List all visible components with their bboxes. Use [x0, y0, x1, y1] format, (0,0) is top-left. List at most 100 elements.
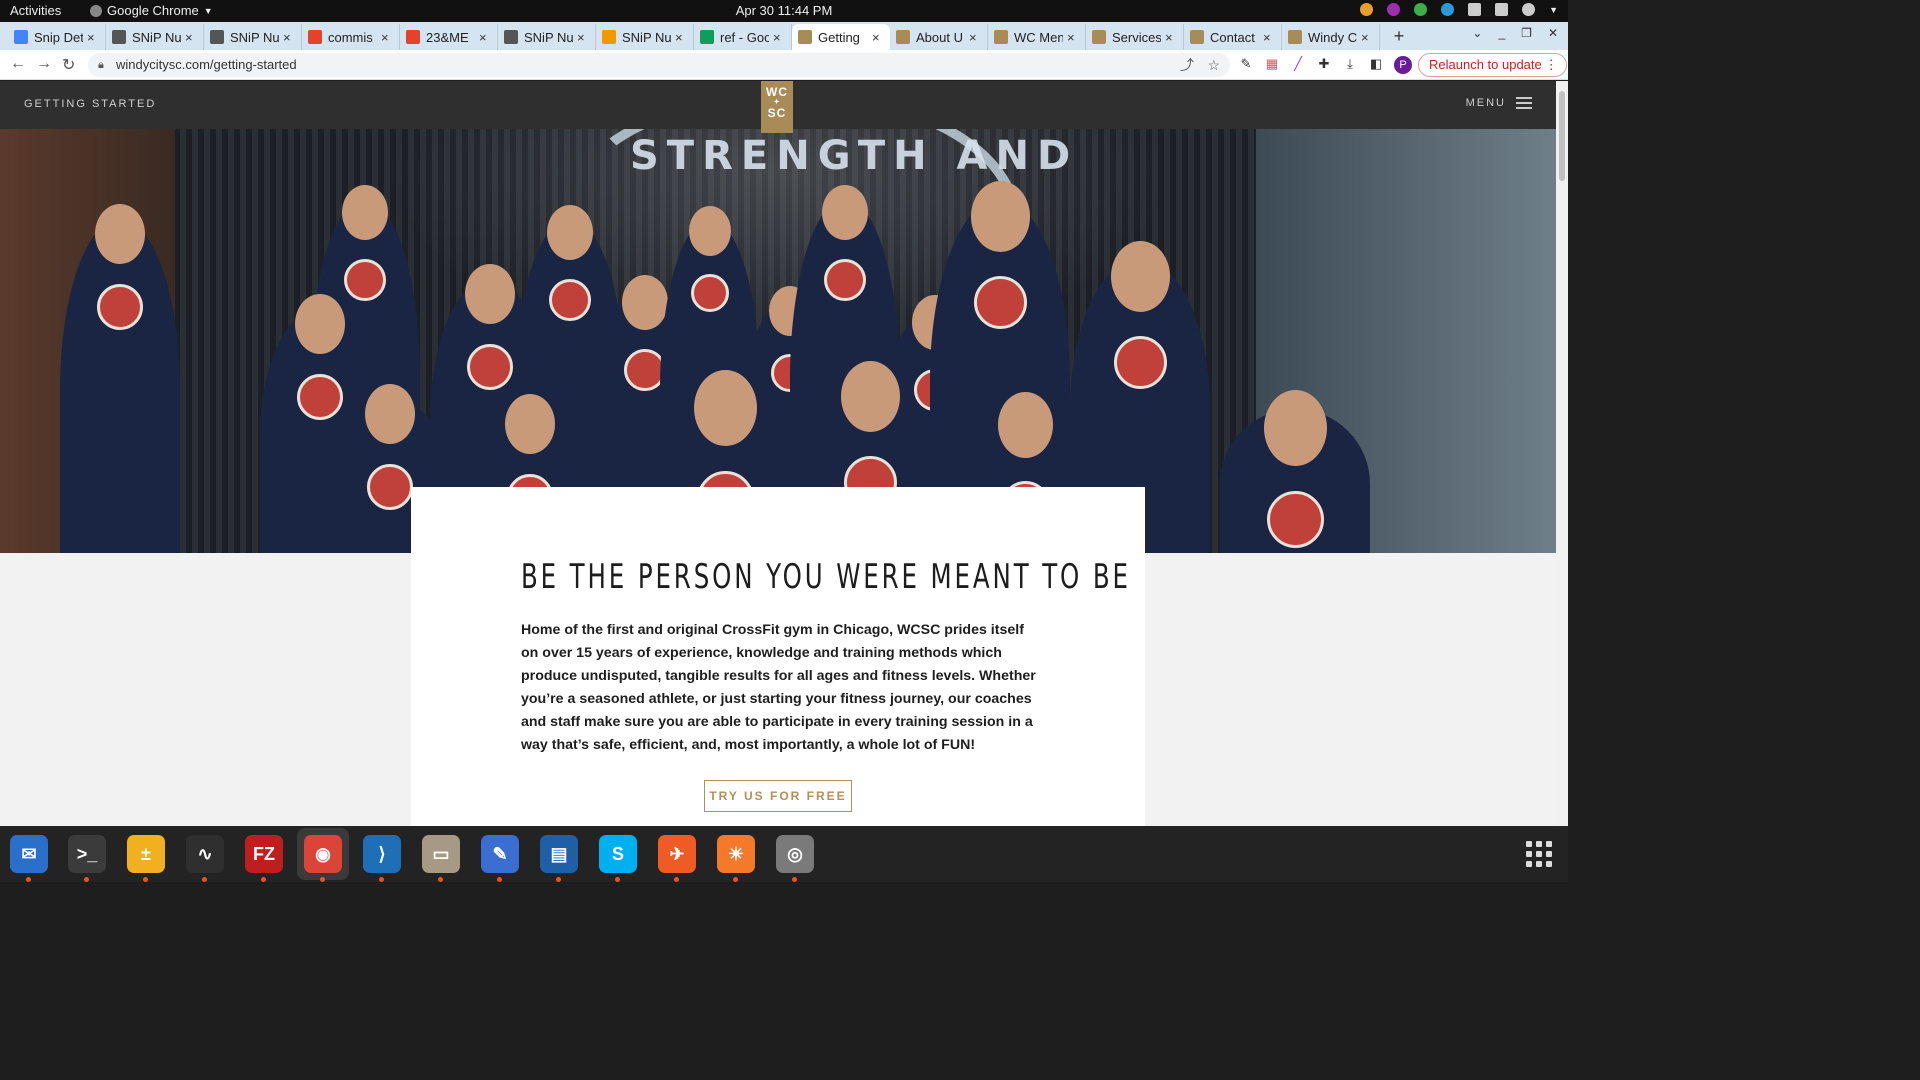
- more-menu-icon[interactable]: ⋮: [1545, 54, 1558, 76]
- toolbar: ← → ↻ 🔒︎ windycitysc.com/getting-started…: [0, 50, 1568, 80]
- app-menu[interactable]: Google Chrome ▼: [90, 3, 213, 18]
- power-icon[interactable]: [1522, 3, 1536, 16]
- menu-button[interactable]: MENU: [1466, 97, 1532, 109]
- extension-calendar-icon[interactable]: ▦: [1264, 56, 1280, 72]
- close-tab-icon[interactable]: ×: [872, 30, 884, 45]
- face: [95, 204, 145, 264]
- thunderbird-icon[interactable]: ✉: [10, 835, 48, 882]
- close-tab-icon[interactable]: ×: [87, 30, 99, 45]
- blender-icon[interactable]: ☀: [717, 835, 755, 882]
- bookmark-star-icon[interactable]: ☆: [1207, 53, 1220, 77]
- face: [342, 185, 388, 240]
- web-page: STRENGTH AND GETTING STARTED MENU WC ✦ S…: [0, 81, 1556, 826]
- filezilla-icon[interactable]: FZ: [245, 835, 283, 882]
- volume-icon[interactable]: [1495, 3, 1509, 16]
- browser-tab[interactable]: Getting ×: [792, 24, 890, 50]
- face: [622, 275, 668, 330]
- eyedropper-icon[interactable]: ✎: [1238, 56, 1254, 72]
- page-headline: BE THE PERSON YOU WERE MEANT TO BE: [521, 557, 1131, 597]
- activities-button[interactable]: Activities: [10, 3, 61, 18]
- browser-tab[interactable]: About U ×: [890, 24, 988, 50]
- chrome-icon[interactable]: ◉: [304, 835, 342, 882]
- close-tab-icon[interactable]: ×: [1067, 30, 1079, 45]
- share-icon[interactable]: ⤴: [1180, 53, 1194, 77]
- skype-icon[interactable]: S: [599, 835, 637, 882]
- browser-tab[interactable]: Snip Det ×: [8, 24, 106, 50]
- system-monitor-icon[interactable]: ∿: [186, 835, 224, 882]
- close-tab-icon[interactable]: ×: [381, 30, 393, 45]
- dock: ✉ >_ ± ∿ FZ ◉ ⟩ ▭ ✎ ▤ S ✈ ☀ ◎: [0, 826, 1568, 882]
- browser-tab[interactable]: ref - Goo ×: [694, 24, 792, 50]
- postman-icon[interactable]: ✈: [658, 835, 696, 882]
- close-tab-icon[interactable]: ×: [283, 30, 295, 45]
- gitlab-icon: [406, 30, 420, 44]
- browser-tab[interactable]: SNiP Nu ×: [106, 24, 204, 50]
- calculator-icon[interactable]: ±: [127, 835, 165, 882]
- browser-tab[interactable]: SNiP Nu ×: [596, 24, 694, 50]
- new-tab-button[interactable]: +: [1386, 26, 1412, 47]
- wcsc-icon: [1190, 30, 1204, 44]
- close-tab-icon[interactable]: ×: [1361, 30, 1373, 45]
- network-icon[interactable]: [1468, 3, 1482, 16]
- browser-tab[interactable]: commis ×: [302, 24, 400, 50]
- close-tab-icon[interactable]: ×: [1263, 30, 1275, 45]
- restore-icon[interactable]: ❐: [1521, 26, 1532, 40]
- murph-shirt-logo: [297, 374, 343, 420]
- tab-search-icon[interactable]: ⌄: [1472, 26, 1482, 40]
- back-icon[interactable]: ←: [10, 55, 26, 73]
- profile-avatar[interactable]: P: [1394, 56, 1412, 74]
- browser-tab[interactable]: 23&ME ×: [400, 24, 498, 50]
- files-icon[interactable]: ▭: [422, 835, 460, 882]
- face: [465, 264, 515, 324]
- show-applications-icon[interactable]: [1526, 841, 1552, 867]
- chevron-down-icon: ▼: [203, 5, 213, 16]
- browser-tab[interactable]: Windy C ×: [1282, 24, 1380, 50]
- reload-icon[interactable]: ↻: [62, 55, 75, 75]
- browser-tab[interactable]: Services ×: [1086, 24, 1184, 50]
- page-scrollbar[interactable]: [1556, 81, 1568, 826]
- browser-tab[interactable]: SNiP Nu ×: [204, 24, 302, 50]
- scrollbar-thumb[interactable]: [1559, 91, 1565, 181]
- murph-shirt-logo: [467, 344, 513, 390]
- side-panel-icon[interactable]: ◧: [1368, 56, 1384, 72]
- document-viewer-icon[interactable]: ▤: [540, 835, 578, 882]
- close-tab-icon[interactable]: ×: [577, 30, 589, 45]
- system-tray[interactable]: ▼: [1360, 3, 1558, 16]
- face: [1111, 241, 1170, 312]
- close-tab-icon[interactable]: ×: [1165, 30, 1177, 45]
- download-icon[interactable]: ⤓: [1342, 56, 1358, 72]
- tray-app-icon[interactable]: [1387, 3, 1401, 16]
- tab-title: SNiP Nu: [622, 29, 671, 45]
- tray-update-icon[interactable]: [1414, 3, 1428, 16]
- extension-pen-icon[interactable]: ╱: [1290, 56, 1306, 72]
- tray-x-icon[interactable]: [1441, 3, 1455, 16]
- try-free-button[interactable]: TRY US FOR FREE: [704, 780, 852, 812]
- close-tab-icon[interactable]: ×: [479, 30, 491, 45]
- chrome-tray-icon[interactable]: [1360, 3, 1374, 16]
- url-text[interactable]: windycitysc.com/getting-started: [116, 57, 297, 72]
- vscode-icon[interactable]: ⟩: [363, 835, 401, 882]
- browser-tab[interactable]: WC Men ×: [988, 24, 1086, 50]
- tab-title: Services: [1112, 29, 1161, 45]
- close-tab-icon[interactable]: ×: [185, 30, 197, 45]
- terminal-icon[interactable]: >_: [68, 835, 106, 882]
- close-tab-icon[interactable]: ×: [969, 30, 981, 45]
- relaunch-button[interactable]: Relaunch to update ⋮: [1418, 53, 1567, 77]
- site-logo[interactable]: WC ✦ SC: [761, 81, 793, 133]
- close-tab-icon[interactable]: ×: [773, 30, 785, 45]
- forward-icon[interactable]: →: [36, 55, 52, 73]
- close-window-icon[interactable]: ✕: [1548, 26, 1558, 40]
- browser-tab[interactable]: Contact ×: [1184, 24, 1282, 50]
- close-tab-icon[interactable]: ×: [675, 30, 687, 45]
- chevron-down-icon[interactable]: ▼: [1549, 5, 1558, 15]
- lock-icon[interactable]: 🔒︎: [98, 53, 104, 77]
- text-editor-icon[interactable]: ✎: [481, 835, 519, 882]
- extensions-puzzle-icon[interactable]: ✚: [1316, 56, 1332, 72]
- address-bar[interactable]: 🔒︎ windycitysc.com/getting-started ⤴ ☆: [88, 53, 1230, 77]
- page-breadcrumb[interactable]: GETTING STARTED: [24, 98, 156, 110]
- clock[interactable]: Apr 30 11:44 PM: [0, 3, 1568, 18]
- murph-shirt-logo: [97, 284, 143, 330]
- browser-tab[interactable]: SNiP Nu ×: [498, 24, 596, 50]
- disk-icon[interactable]: ◎: [776, 835, 814, 882]
- minimize-icon[interactable]: _: [1498, 26, 1505, 40]
